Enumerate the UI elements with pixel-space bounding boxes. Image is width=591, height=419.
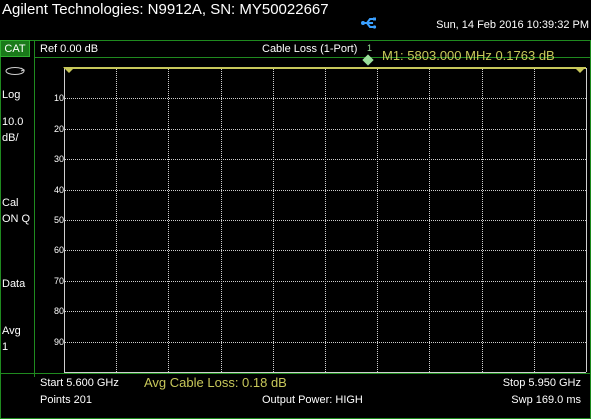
grid-line-horizontal — [64, 311, 586, 313]
stop-frequency: Stop 5.950 GHz — [502, 377, 581, 389]
grid-line-horizontal — [64, 189, 586, 191]
usb-icon — [361, 17, 377, 29]
sidebar-divider — [34, 40, 35, 377]
y-tick-label: 40 — [53, 184, 64, 195]
title-bar: Agilent Technologies: N9912A, SN: MY5002… — [0, 0, 591, 40]
date-time: Sun, 14 Feb 2016 10:39:32 PM — [436, 19, 589, 31]
y-tick-label: 60 — [53, 245, 64, 256]
grid-line-horizontal — [64, 250, 586, 252]
avg-value: 1 — [2, 341, 9, 353]
grid-line-horizontal — [64, 372, 586, 373]
y-tick-label: 50 — [53, 215, 64, 225]
grid-line-horizontal — [64, 159, 586, 161]
avg-cable-loss: Avg Cable Loss: 0.18 dB — [144, 375, 287, 390]
scale-unit: dB/ — [2, 132, 19, 144]
grid-line-horizontal — [64, 128, 586, 130]
grid-line-horizontal — [64, 280, 586, 282]
y-tick-label: 20 — [53, 123, 64, 134]
y-tick-label: 80 — [53, 306, 64, 317]
y-tick-label: 90 — [53, 336, 64, 347]
y-tick-label: 10 — [53, 93, 64, 104]
y-tick-label: 30 — [53, 154, 64, 165]
avg-label: Avg — [2, 325, 21, 337]
scale-type: Log — [2, 89, 21, 101]
sweep-time: Swp 169.0 ms — [511, 394, 581, 406]
cal-label: Cal — [2, 197, 19, 209]
grid-line-horizontal — [64, 98, 586, 100]
measurement-title: Cable Loss (1-Port) — [262, 43, 358, 55]
output-power: Output Power: HIGH — [262, 394, 363, 406]
cal-status: ON Q — [2, 213, 31, 225]
grid-line-vertical — [586, 68, 587, 372]
start-frequency: Start 5.600 GHz — [40, 377, 119, 389]
points: Points 201 — [40, 394, 92, 406]
mode-badge[interactable]: CAT — [0, 40, 30, 57]
data-label: Data — [2, 278, 26, 290]
trace-start-marker — [63, 67, 75, 73]
footer-divider — [0, 373, 591, 374]
app-title: Agilent Technologies: N9912A, SN: MY5002… — [2, 1, 329, 18]
marker-readout: M1: 5803.000 MHz 0.1763 dB — [382, 48, 555, 63]
trace-end-marker — [574, 67, 586, 73]
grid-line-horizontal — [64, 341, 586, 343]
plot-grid[interactable] — [64, 68, 587, 373]
cycle-icon — [5, 67, 26, 75]
y-tick-label: 70 — [53, 275, 64, 286]
ref-level: Ref 0.00 dB — [40, 43, 99, 55]
marker-number: 1 — [367, 43, 373, 53]
grid-line-horizontal — [64, 220, 586, 221]
scale-value: 10.0 — [2, 116, 24, 128]
trace-line — [64, 67, 586, 69]
